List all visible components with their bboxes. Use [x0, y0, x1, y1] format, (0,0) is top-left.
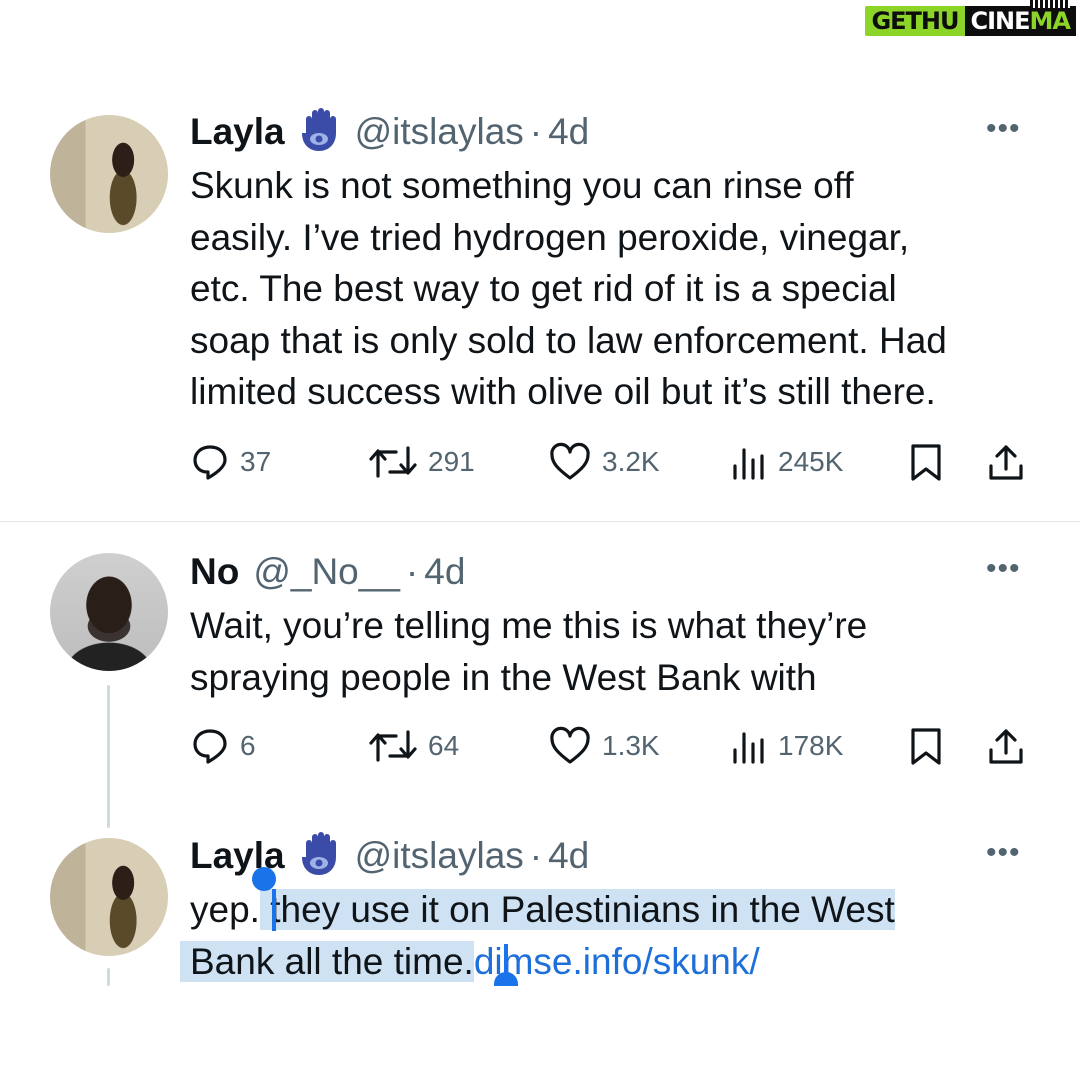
text-selection[interactable]: they use it on Palestinians in the West [259, 889, 895, 930]
heart-icon [550, 726, 590, 764]
reply-count: 6 [240, 730, 256, 761]
film-strip-icon [1030, 0, 1070, 8]
separator: · [529, 111, 543, 152]
views-count: 245K [778, 446, 844, 477]
selection-start-caret [272, 889, 276, 931]
tweet-text-line: Skunk is not something you can rinse off [190, 165, 854, 206]
tweet-text-line: Wait, you’re telling me this is what the… [190, 605, 868, 646]
bookmark-button[interactable] [908, 726, 944, 766]
repost-count: 291 [428, 446, 475, 477]
more-options-icon[interactable]: ••• [986, 836, 1021, 870]
watermark-part2: CINEMA [964, 0, 1076, 36]
bookmark-button[interactable] [908, 442, 944, 482]
like-count: 3.2K [602, 446, 660, 477]
tweet-text-line: etc. The best way to get rid of it is a … [190, 268, 897, 309]
tweet-text: Wait, you’re telling me this is what the… [190, 600, 867, 703]
views-icon [733, 732, 764, 764]
views-button[interactable]: 245K [730, 442, 843, 482]
reply-count: 37 [240, 446, 272, 477]
reply-icon [193, 729, 227, 764]
timestamp[interactable]: 4d [548, 111, 589, 153]
views-icon [733, 448, 764, 480]
more-options-icon[interactable]: ••• [986, 552, 1021, 586]
tweet-text-line: spraying people in the West Bank with [190, 656, 817, 698]
tweet-text-line: easily. I’ve tried hydrogen peroxide, vi… [190, 216, 910, 258]
handle[interactable]: @itslaylas [355, 111, 524, 153]
watermark-part2a: CINE [970, 7, 1031, 35]
thread-line [107, 685, 110, 828]
tweet-text-line: Bank all the time.dimse.info/skunk/ [180, 936, 895, 988]
separator: · [529, 835, 543, 876]
watermark-part2b: MA [1029, 7, 1071, 35]
bookmark-icon [911, 728, 941, 765]
watermark-part1: GETHU [865, 6, 965, 36]
tweet-header: Layla @itslaylas · 4d [190, 107, 589, 154]
display-name[interactable]: Layla [190, 111, 285, 153]
avatar[interactable] [50, 115, 168, 233]
share-icon [989, 445, 1023, 480]
watermark-logo: GETHU CINEMA [865, 0, 1076, 38]
repost-button[interactable]: 64 [368, 726, 459, 766]
text-selection[interactable]: Bank all the time. [180, 940, 474, 982]
divider [0, 521, 1080, 522]
hamsa-icon [297, 831, 341, 882]
like-count: 1.3K [602, 730, 660, 761]
views-count: 178K [778, 730, 844, 761]
thread-line [107, 968, 110, 986]
selection-start-handle[interactable] [252, 867, 276, 891]
hamsa-icon [297, 107, 341, 158]
reply-icon [193, 445, 227, 480]
timestamp[interactable]: 4d [548, 835, 589, 877]
handle[interactable]: @_No__ [253, 551, 400, 593]
repost-icon [369, 730, 417, 762]
timestamp[interactable]: 4d [424, 551, 465, 593]
tweet-text-line: yep. they use it on Palestinians in the … [190, 884, 895, 936]
avatar[interactable] [50, 838, 168, 956]
tweet-link[interactable]: dimse.info/skunk/ [474, 941, 760, 982]
repost-button[interactable]: 291 [368, 442, 475, 482]
views-button[interactable]: 178K [730, 726, 843, 766]
repost-count: 64 [428, 730, 460, 761]
bookmark-icon [911, 444, 941, 481]
like-button[interactable]: 3.2K [548, 442, 660, 482]
like-button[interactable]: 1.3K [548, 726, 660, 766]
tweet-header: Layla @itslaylas · 4d [190, 831, 589, 878]
tweet-header: No @_No__ · 4d [190, 550, 465, 594]
tweet-text-line: limited success with olive oil but it’s … [190, 371, 936, 412]
reply-button[interactable]: 6 [190, 726, 256, 766]
handle[interactable]: @itslaylas [355, 835, 524, 877]
tweet-text: Skunk is not something you can rinse off… [190, 160, 947, 418]
display-name[interactable]: No [190, 551, 239, 593]
text-unselected: yep. [190, 889, 260, 930]
share-button[interactable] [986, 442, 1026, 482]
share-button[interactable] [986, 726, 1026, 766]
more-options-icon[interactable]: ••• [986, 112, 1021, 146]
reply-button[interactable]: 37 [190, 442, 271, 482]
repost-icon [369, 446, 417, 478]
tweet-text-line: soap that is only sold to law enforcemen… [190, 319, 947, 361]
separator: · [405, 551, 419, 592]
heart-icon [550, 442, 590, 480]
tweet-text: yep. they use it on Palestinians in the … [180, 884, 895, 987]
avatar[interactable] [50, 553, 168, 671]
share-icon [989, 729, 1023, 764]
